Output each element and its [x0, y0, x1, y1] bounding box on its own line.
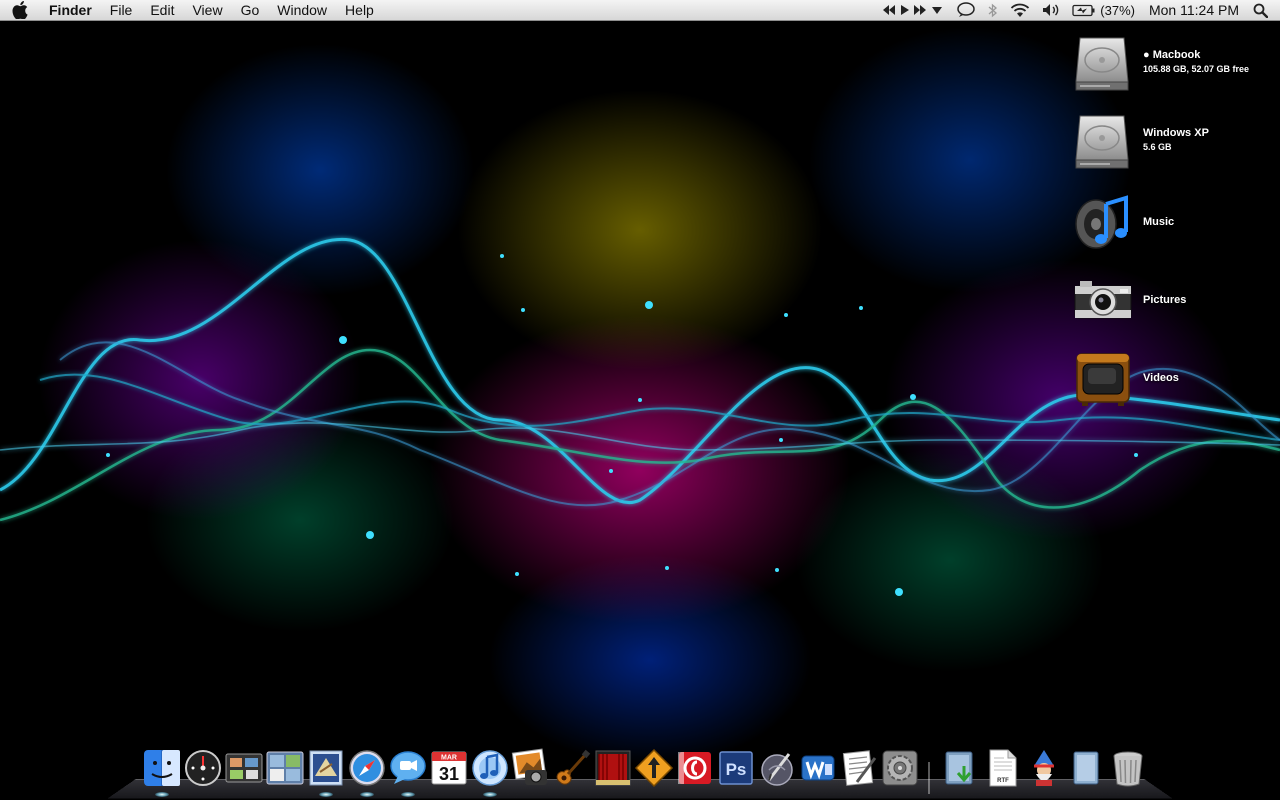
dock-ichat-icon[interactable] — [388, 748, 428, 788]
dock-running-indicator — [319, 792, 333, 797]
menu-view[interactable]: View — [183, 0, 231, 21]
desktop-icon-detail: 5.6 GB — [1143, 142, 1172, 152]
dock-textedit-icon[interactable] — [839, 748, 879, 788]
battery-percent: (37%) — [1100, 2, 1135, 18]
desktop-icon-label: Music — [1143, 216, 1175, 228]
wifi-icon[interactable] — [1004, 0, 1036, 21]
apple-logo-icon: ● — [1143, 49, 1150, 61]
dock-transmit-icon[interactable] — [634, 748, 674, 788]
menu-window[interactable]: Window — [268, 0, 336, 21]
dock-garageband-icon[interactable] — [552, 748, 592, 788]
dock-documents-stack-icon[interactable] — [1066, 748, 1106, 788]
ical-month: MAR — [441, 755, 457, 762]
dock-finder-icon[interactable] — [142, 748, 182, 788]
media-controls-icons[interactable] — [882, 4, 944, 16]
dock-script-editor-icon[interactable] — [757, 748, 797, 788]
dock-trash-icon[interactable] — [1108, 748, 1148, 788]
clock[interactable]: Mon 11:24 PM — [1141, 0, 1251, 21]
desktop-icon-macbook[interactable]: ● Macbook 105.88 GB, 52.07 GB free — [1070, 30, 1249, 94]
menu-edit[interactable]: Edit — [141, 0, 183, 21]
dock-running-indicator — [483, 792, 497, 797]
menu-app-finder[interactable]: Finder — [40, 0, 101, 21]
music-speaker-icon — [1070, 190, 1134, 254]
tv-icon — [1070, 346, 1134, 410]
status-menus: (37%) Mon 11:24 PM — [876, 0, 1280, 21]
dock-dashboard-icon[interactable] — [183, 748, 223, 788]
dock-downloads-stack-icon[interactable] — [940, 748, 980, 788]
dock-system-preferences-icon[interactable] — [880, 748, 920, 788]
desktop-icon-label: Videos — [1143, 372, 1179, 384]
desktop-icon-videos[interactable]: Videos — [1070, 346, 1179, 410]
hard-drive-icon — [1070, 108, 1134, 172]
volume-icon[interactable] — [1036, 0, 1066, 21]
menu-file[interactable]: File — [101, 0, 142, 21]
menu-help[interactable]: Help — [336, 0, 383, 21]
dock-wizard-app-icon[interactable] — [1024, 748, 1064, 788]
dock-word-icon[interactable] — [798, 748, 838, 788]
dock-mail-icon[interactable] — [306, 748, 346, 788]
menu-go[interactable]: Go — [232, 0, 269, 21]
media-controls — [876, 0, 950, 21]
dock-spaces-icon[interactable] — [265, 748, 305, 788]
menu-bar: Finder File Edit View Go Window Help (37… — [0, 0, 1280, 21]
battery-icon — [1072, 4, 1095, 16]
bluetooth-icon[interactable] — [982, 0, 1004, 21]
dock-running-indicator — [401, 792, 415, 797]
desktop-icon-label: Macbook — [1152, 49, 1201, 61]
ichat-status-icon[interactable] — [950, 0, 982, 21]
dock-running-indicator — [155, 792, 169, 797]
battery-status[interactable]: (37%) — [1066, 0, 1141, 21]
spotlight-icon[interactable] — [1251, 0, 1280, 21]
dock-rtf-document-icon[interactable]: RTF — [982, 748, 1022, 788]
desktop-icon-detail: 105.88 GB, 52.07 GB free — [1143, 64, 1250, 74]
desktop-icon-label: Pictures — [1143, 294, 1187, 306]
ical-date: 31 — [439, 764, 459, 784]
dock-running-indicator — [360, 792, 374, 797]
dock-separator — [928, 762, 930, 794]
dock-safari-icon[interactable] — [347, 748, 387, 788]
dock-flash-icon[interactable] — [675, 748, 715, 788]
camera-icon — [1070, 268, 1134, 332]
dock-photoshop-icon[interactable]: Ps — [716, 748, 756, 788]
desktop-icon-pictures[interactable]: Pictures — [1070, 268, 1186, 332]
desktop-icon-windows-xp[interactable]: Windows XP 5.6 GB — [1070, 108, 1209, 172]
dock-itunes-icon[interactable] — [470, 748, 510, 788]
desktop-icon-music[interactable]: Music — [1070, 190, 1174, 254]
dock-iphoto-icon[interactable] — [511, 748, 551, 788]
apple-menu-icon[interactable] — [0, 1, 40, 19]
dock-ical-icon[interactable]: MAR 31 — [429, 748, 469, 788]
photoshop-label: Ps — [726, 760, 747, 779]
dock: MAR 31 Ps RTF — [140, 744, 1150, 800]
hard-drive-icon — [1070, 30, 1134, 94]
rtf-label: RTF — [997, 778, 1009, 784]
desktop-icon-label: Windows XP — [1143, 127, 1209, 139]
dock-front-row-icon[interactable] — [593, 748, 633, 788]
dock-expose-icon[interactable] — [224, 748, 264, 788]
